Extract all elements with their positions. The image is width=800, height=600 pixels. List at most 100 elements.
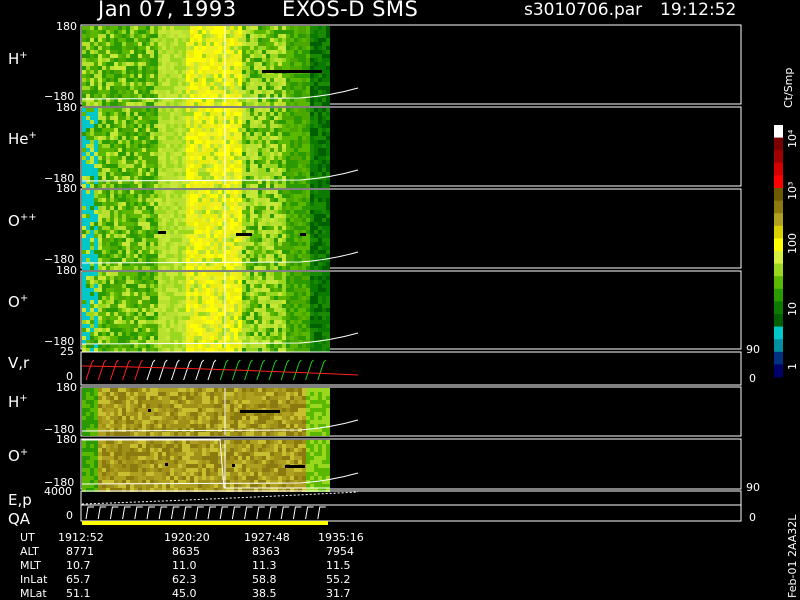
spectrogram-cell [234, 160, 238, 164]
spectrogram-cell [110, 218, 114, 222]
spectrogram-cell [150, 328, 154, 332]
spectrogram-cell [298, 172, 302, 176]
spectrogram-cell [318, 218, 322, 222]
spectrogram-cell [182, 156, 186, 160]
spectrogram-cell [122, 156, 126, 160]
spectrogram-cell [90, 250, 94, 254]
spectrogram-cell [214, 304, 218, 308]
spectrogram-cell [166, 34, 170, 38]
spectrogram-cell [290, 242, 294, 246]
spectrogram-cell [310, 78, 314, 82]
spectrogram-cell [142, 300, 146, 304]
spectrogram-cell [178, 38, 182, 42]
spectrogram-cell [166, 332, 170, 336]
spectrogram-cell [290, 164, 294, 168]
spectrogram-cell [266, 74, 270, 78]
spectrogram-cell [154, 50, 158, 54]
spectrogram-cell [198, 328, 202, 332]
spectrogram-cell [162, 304, 166, 308]
spectrogram-cell [170, 152, 174, 156]
spectrogram-cell [274, 308, 278, 312]
spectrogram-cell [242, 210, 246, 214]
spectrogram-cell [218, 152, 222, 156]
spectrogram-cell [286, 74, 290, 78]
spectrogram-cell [282, 210, 286, 214]
spectrogram-cell [102, 230, 106, 234]
spectrogram-cell [94, 328, 98, 332]
spectrogram-cell [262, 320, 266, 324]
spectrogram-cell [98, 304, 102, 308]
spectrogram-cell [210, 348, 214, 352]
spectrogram-cell [314, 328, 318, 332]
spectrogram-cell [302, 292, 306, 296]
spectrogram-cell [298, 42, 302, 46]
spectrogram-cell [298, 148, 302, 152]
spectrogram-cell [106, 152, 110, 156]
spectrogram-cell [274, 272, 278, 276]
spectrogram-cell [186, 78, 190, 82]
spectrogram-cell [186, 164, 190, 168]
spectrogram-cell [130, 148, 134, 152]
spectrogram-cell [238, 164, 242, 168]
spectrogram-cell [214, 332, 218, 336]
spectrogram-cell [238, 26, 242, 30]
spectrogram-cell [82, 344, 86, 348]
spectrogram-cell [294, 312, 298, 316]
spectrogram-cell [138, 74, 142, 78]
spectrogram-cell [298, 58, 302, 62]
spectrogram-cell [114, 90, 118, 94]
spectrogram-cell [186, 202, 190, 206]
spectrogram-cell [250, 148, 254, 152]
spectrogram-cell [266, 38, 270, 42]
spectrogram-cell [82, 164, 86, 168]
spectrogram-cell [214, 148, 218, 152]
spectrogram-cell [198, 202, 202, 206]
spectrogram-cell [130, 210, 134, 214]
spectrogram-cell [266, 184, 270, 188]
spectrogram-cell [146, 194, 150, 198]
spectrogram-cell [122, 332, 126, 336]
spectrogram-cell [142, 214, 146, 218]
spectrogram-cell [298, 78, 302, 82]
spectrogram-cell [194, 320, 198, 324]
spectrogram-cell [242, 124, 246, 128]
spectrogram-cell [278, 144, 282, 148]
spectrogram-cell [90, 86, 94, 90]
spectrogram-cell [106, 124, 110, 128]
spectrogram-cell [282, 266, 286, 270]
spectrogram-cell [162, 348, 166, 352]
spectrogram-cell [82, 312, 86, 316]
spectrogram-cell [306, 168, 310, 172]
spectrogram-cell [242, 214, 246, 218]
spectrogram-cell [138, 238, 142, 242]
spectrogram-cell [86, 288, 90, 292]
spectrogram-cell [138, 34, 142, 38]
spectrogram-cell [218, 164, 222, 168]
spectrogram-cell [90, 190, 94, 194]
spectrogram-cell [190, 70, 194, 74]
spectrogram-cell [202, 112, 206, 116]
spectrogram-cell [270, 312, 274, 316]
spectrogram-cell [130, 144, 134, 148]
spectrogram-cell [294, 230, 298, 234]
spectrogram-cell [142, 78, 146, 82]
spectrogram-cell [314, 132, 318, 136]
spectrogram-cell [314, 202, 318, 206]
spectrogram-cell [154, 218, 158, 222]
spectrogram-cell [318, 54, 322, 58]
spectrogram-cell [98, 94, 102, 98]
spectrogram-cell [82, 210, 86, 214]
spectrogram-cell [190, 218, 194, 222]
spectrogram-cell [234, 112, 238, 116]
spectrogram-cell [166, 234, 170, 238]
spectrogram-cell [234, 78, 238, 82]
spectrogram-cell [238, 144, 242, 148]
spectrogram-cell [146, 38, 150, 42]
spectrogram-cell [266, 26, 270, 30]
spectrogram-cell [286, 304, 290, 308]
spectrogram-cell [142, 332, 146, 336]
spectrogram-cell [182, 332, 186, 336]
spectrogram-cell [246, 62, 250, 66]
spectrogram-cell [166, 266, 170, 270]
spectrogram-cell [114, 226, 118, 230]
